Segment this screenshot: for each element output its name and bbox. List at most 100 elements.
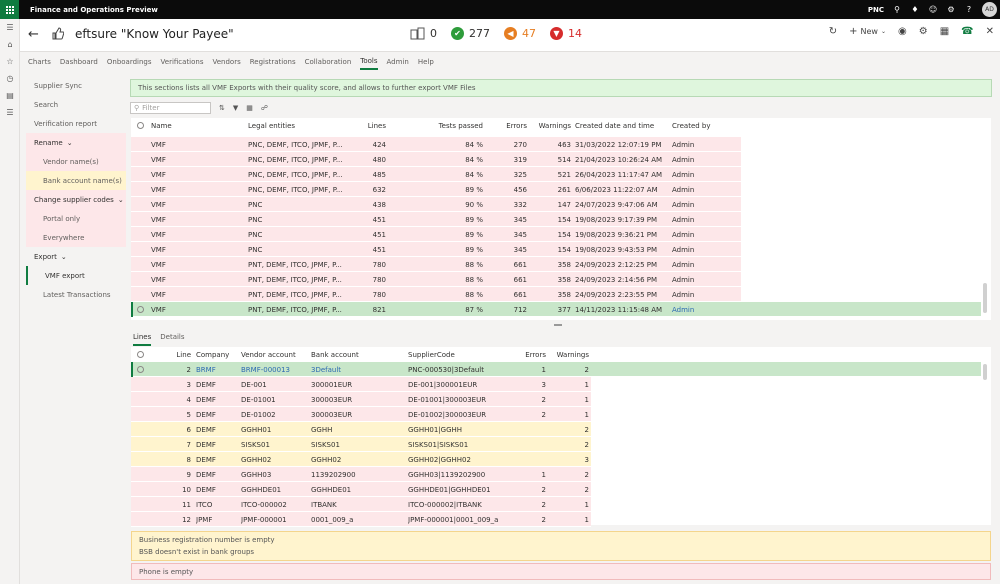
attach-icon[interactable]: ☍ [261,104,268,112]
row-select-radio[interactable] [137,216,144,223]
column-header[interactable]: Name [151,118,241,133]
clock-icon[interactable]: ◷ [0,70,20,87]
nav-item[interactable]: Vendor name(s) [26,152,126,171]
company-selector[interactable]: PNC [868,6,884,14]
nav-item[interactable]: VMF export [26,266,126,285]
table-row[interactable]: 8 DEMF GGHH02 GGHH02 GGHH02|GGHH02 3 [131,452,591,467]
column-icon[interactable]: ▦ [246,104,253,112]
nav-item[interactable]: Search [26,95,126,114]
tab-details[interactable]: Details [160,330,184,346]
home-icon[interactable]: ⌂ [0,36,20,53]
top-grid-scrollbar[interactable] [983,283,987,313]
office-icon[interactable]: ▦ [940,26,949,37]
row-select-radio[interactable] [137,246,144,253]
table-row[interactable]: VMF PNC 438 90 % 332 147 24/07/2023 9:47:06 AM… [131,197,741,212]
table-row[interactable]: VMF PNT, DEMF, ITCO, JPMF, P... 780 88 % 661… [131,287,741,302]
row-select-radio[interactable] [137,141,144,148]
nav-item[interactable]: Export ⌄ [26,247,126,266]
help-icon[interactable]: ? [964,5,974,15]
settings-icon[interactable]: ⚙ [919,26,928,37]
headset-icon[interactable]: ☎ [961,26,973,37]
row-select-radio[interactable] [137,305,144,313]
row-select-radio[interactable] [137,186,144,193]
good-stat[interactable]: ✔ 277 [451,27,490,40]
table-row[interactable]: VMF PNT, DEMF, ITCO, JPMF, P... 780 88 % 661… [131,272,741,287]
gear-icon[interactable]: ⚙ [946,5,956,15]
column-header[interactable]: Created date and time [575,118,670,133]
workspace-icon[interactable]: ▤ [0,87,20,104]
nav-item[interactable]: Rename ⌄ [26,133,126,152]
select-all-radio[interactable] [137,122,144,129]
globe-icon[interactable]: ◉ [898,26,907,37]
nav-item[interactable]: Latest Transactions [26,285,126,304]
column-header[interactable]: Lines [331,118,386,133]
smiley-icon[interactable]: ☺ [928,5,938,15]
nav-item[interactable]: Bank account name(s) [26,171,126,190]
row-select-radio[interactable] [137,156,144,163]
bell-icon[interactable]: ♦ [910,5,920,15]
row-select-radio[interactable] [137,365,144,373]
table-row[interactable]: 9 DEMF GGHH03 1139202900 GGHH03|1139202900 1 2 [131,467,591,482]
table-row[interactable]: 6 DEMF GGHH01 GGHH GGHH01|GGHH 2 [131,422,591,437]
total-stat[interactable]: 0 [410,27,437,40]
table-row[interactable]: VMF PNT, DEMF, ITCO, JPMF, P... 821 87 % 712… [131,302,981,317]
table-row[interactable]: 12 JPMF JPMF-000001 0001_009_a JPMF-000001|0… [131,512,591,527]
app-launcher-icon[interactable] [0,0,19,19]
search-icon[interactable]: ⚲ [892,5,902,15]
splitter-handle[interactable] [554,324,562,326]
table-row[interactable]: 4 DEMF DE-01001 300003EUR DE-01001|300003EUR… [131,392,591,407]
column-header[interactable]: Vendor account [241,347,311,362]
filter-input[interactable]: ⚲ Filter [130,102,211,114]
nav-item[interactable]: Change supplier codes ⌄ [26,190,126,209]
hamburger-icon[interactable]: ☰ [0,19,20,36]
row-select-radio[interactable] [137,231,144,238]
table-row[interactable]: 2 BRMF BRMF-000013 3Default PNC-000530|3Defa… [131,362,981,377]
row-select-radio[interactable] [137,261,144,268]
column-header[interactable]: Company [196,347,236,362]
table-row[interactable]: 10 DEMF GGHHDE01 GGHHDE01 GGHHDE01|GGHHDE01 2… [131,482,591,497]
table-row[interactable]: VMF PNC, DEMF, ITCO, JPMF, P... 480 84 % 319… [131,152,741,167]
nav-item[interactable]: Everywhere [26,228,126,247]
column-header[interactable]: Bank account [311,347,401,362]
tab-onboardings[interactable]: Onboardings [107,55,152,69]
error-stat[interactable]: ▼ 14 [550,27,582,40]
avatar[interactable]: AD [982,2,997,17]
table-row[interactable]: VMF PNC, DEMF, ITCO, JPMF, P... 424 84 % 270… [131,137,741,152]
select-all-radio[interactable] [137,351,144,358]
tab-dashboard[interactable]: Dashboard [60,55,98,69]
nav-item[interactable]: Supplier Sync [26,76,126,95]
row-select-radio[interactable] [137,201,144,208]
row-select-radio[interactable] [137,291,144,298]
back-arrow-icon[interactable]: ← [28,27,39,42]
tab-tools[interactable]: Tools [360,54,378,70]
table-row[interactable]: 11 ITCO ITCO-000002 ITBANK ITCO-000002|ITBAN… [131,497,591,512]
sort-icon[interactable]: ⇅ [219,104,225,112]
tab-registrations[interactable]: Registrations [250,55,296,69]
warning-stat[interactable]: ◀ 47 [504,27,536,40]
list-icon[interactable]: ☰ [0,104,20,121]
refresh-icon[interactable]: ↻ [829,26,837,37]
table-row[interactable]: 5 DEMF DE-01002 300003EUR DE-01002|300003EUR… [131,407,591,422]
star-icon[interactable]: ☆ [0,53,20,70]
column-header[interactable]: Warnings [551,347,589,362]
table-row[interactable]: VMF PNC 451 89 % 345 154 19/08/2023 9:36:21 PM… [131,227,741,242]
tab-lines[interactable]: Lines [133,330,152,346]
nav-item[interactable]: Verification report [26,114,126,133]
column-header[interactable]: Errors [491,118,527,133]
column-header[interactable]: Line [171,347,191,362]
table-row[interactable]: VMF PNC, DEMF, ITCO, JPMF, P... 485 84 % 325… [131,167,741,182]
tab-admin[interactable]: Admin [387,55,409,69]
column-header[interactable]: SupplierCode [408,347,518,362]
table-row[interactable]: 7 DEMF SISKS01 SISKS01 SISKS01|SISKS01 2 [131,437,591,452]
tab-verifications[interactable]: Verifications [161,55,204,69]
table-row[interactable]: VMF PNC, DEMF, ITCO, JPMF, P... 632 89 % 456… [131,182,741,197]
tab-charts[interactable]: Charts [28,55,51,69]
table-row[interactable]: VMF PNT, DEMF, ITCO, JPMF, P... 780 88 % 661… [131,257,741,272]
table-row[interactable]: 3 DEMF DE-001 300001EUR DE-001|300001EUR 3 1 [131,377,591,392]
table-row[interactable]: VMF PNC 451 89 % 345 154 19/08/2023 9:43:53 PM… [131,242,741,257]
funnel-icon[interactable]: ▼ [233,104,238,112]
nav-item[interactable]: Portal only [26,209,126,228]
table-row[interactable]: VMF PNC 451 89 % 345 154 19/08/2023 9:17:39 PM… [131,212,741,227]
row-select-radio[interactable] [137,171,144,178]
column-header[interactable]: Created by [672,118,732,133]
